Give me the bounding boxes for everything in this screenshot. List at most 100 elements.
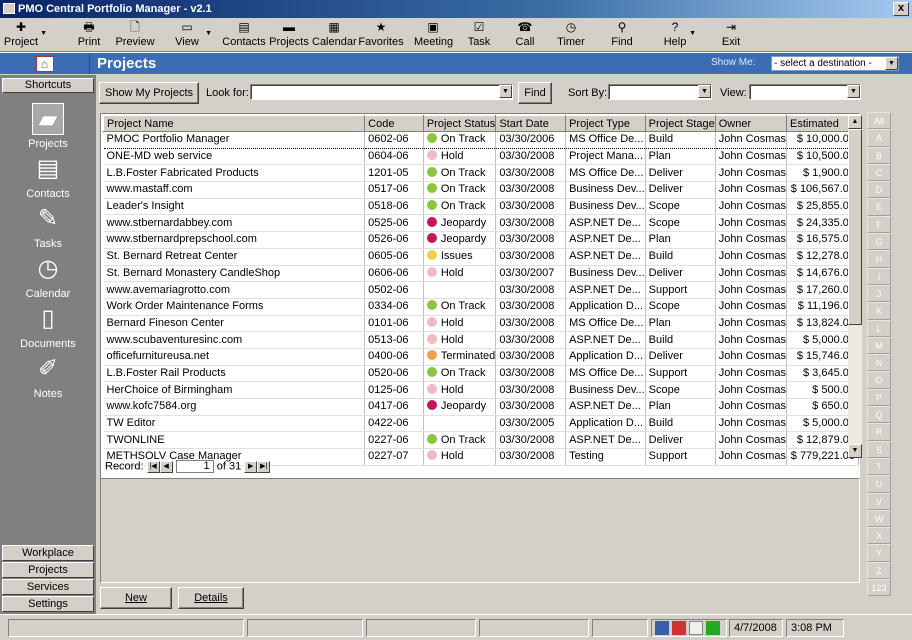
- toolbar-timer-button[interactable]: ◷ Timer: [556, 20, 586, 50]
- table-row[interactable]: L.B.Foster Fabricated Products 1201-05 On …: [103, 164, 860, 183]
- chevron-down-icon[interactable]: ▼: [205, 30, 212, 37]
- alpha-index-all[interactable]: All: [867, 112, 891, 130]
- find-button[interactable]: Find: [518, 82, 552, 104]
- alpha-index-g[interactable]: G: [867, 233, 891, 251]
- alpha-index-k[interactable]: K: [867, 302, 891, 320]
- toolbar-call-button[interactable]: ☎ Call: [512, 20, 538, 50]
- table-row[interactable]: TWONLINE 0227-06 On Track 03/30/2008 ASP.NET…: [103, 431, 860, 450]
- chevron-down-icon[interactable]: ▼: [499, 85, 512, 98]
- details-button[interactable]: Details: [178, 587, 244, 609]
- battery-icon[interactable]: [706, 621, 720, 636]
- column-header[interactable]: Project Type: [565, 115, 646, 132]
- sidebar-item-tasks[interactable]: ✎ Tasks: [0, 203, 96, 250]
- mail-icon[interactable]: [672, 621, 686, 636]
- alpha-index-p[interactable]: P: [867, 388, 891, 407]
- alpha-index-e[interactable]: E: [867, 198, 891, 216]
- alpha-index-a[interactable]: A: [867, 129, 891, 147]
- alpha-index-v[interactable]: V: [867, 492, 891, 510]
- close-button[interactable]: x: [893, 2, 909, 16]
- alpha-index-n[interactable]: N: [867, 354, 891, 372]
- chevron-down-icon[interactable]: ▼: [40, 30, 47, 37]
- toolbar-calendar-button[interactable]: ▦ Calendar: [312, 20, 357, 50]
- shortcuts-header[interactable]: Shortcuts: [2, 78, 94, 93]
- table-row[interactable]: St. Bernard Monastery CandleShop 0606-06 H…: [103, 265, 860, 283]
- alpha-index-b[interactable]: B: [867, 146, 891, 164]
- toolbar-task-button[interactable]: ☑ Task: [466, 20, 492, 50]
- table-row[interactable]: www.kofc7584.org 0417-06 Jeopardy 03/30/200…: [103, 398, 860, 416]
- table-row[interactable]: PMOC Portfolio Manager 0602-06 On Track 03/…: [103, 131, 860, 149]
- vertical-scrollbar[interactable]: ▲ ▼: [848, 115, 862, 458]
- alpha-index-c[interactable]: C: [867, 163, 891, 182]
- table-row[interactable]: www.stbernardprepschool.com 0526-06 Jeopar…: [103, 231, 860, 249]
- table-row[interactable]: St. Bernard Retreat Center 0605-06 Issues 0…: [103, 248, 860, 266]
- toolbar-projects-button[interactable]: ▬ Projects: [268, 20, 310, 50]
- sidebar-item-documents[interactable]: ▯ Documents: [0, 303, 96, 350]
- monitor-icon[interactable]: [655, 621, 669, 636]
- column-header[interactable]: Project Stage: [644, 115, 716, 132]
- toolbar-preview-button[interactable]: 🗋 Preview: [112, 20, 158, 50]
- column-header[interactable]: Owner: [714, 115, 787, 132]
- sidebar-nav-workplace[interactable]: Workplace: [2, 545, 94, 561]
- sort-by-select[interactable]: ▼: [608, 84, 712, 100]
- alpha-index-z[interactable]: Z: [867, 561, 891, 580]
- sidebar-item-contacts[interactable]: ▤ Contacts: [0, 153, 96, 200]
- alpha-index-q[interactable]: Q: [867, 406, 891, 424]
- chevron-down-icon[interactable]: ▼: [885, 57, 898, 70]
- alpha-index-y[interactable]: Y: [867, 544, 891, 562]
- toolbar-view-button[interactable]: ▭ View ▼: [170, 20, 212, 50]
- alpha-index-m[interactable]: M: [867, 336, 891, 355]
- table-row[interactable]: Bernard Fineson Center 0101-06 Hold 03/30/2…: [103, 315, 860, 333]
- table-row[interactable]: TW Editor 0422-06 03/30/2005 Application D.…: [103, 415, 860, 433]
- sidebar-nav-services[interactable]: Services: [2, 579, 94, 595]
- sidebar-item-projects[interactable]: ▰ Projects: [0, 103, 96, 150]
- alpha-index-h[interactable]: H: [867, 250, 891, 268]
- column-header[interactable]: Project Name: [102, 115, 366, 132]
- last-record-button[interactable]: ▶|: [257, 460, 271, 473]
- next-record-button[interactable]: ▶: [244, 460, 258, 473]
- alpha-index-o[interactable]: O: [867, 371, 891, 389]
- sidebar-nav-settings[interactable]: Settings: [2, 596, 94, 612]
- sidebar-nav-projects[interactable]: Projects: [2, 562, 94, 578]
- alpha-index-j[interactable]: J: [867, 284, 891, 303]
- alpha-index-123[interactable]: 123: [867, 579, 891, 597]
- alpha-index-l[interactable]: L: [867, 319, 891, 337]
- sync-icon[interactable]: [689, 621, 703, 636]
- toolbar-favorites-button[interactable]: ★ Favorites: [358, 20, 404, 50]
- chevron-down-icon[interactable]: ▼: [847, 85, 860, 98]
- home-button[interactable]: ⌂: [0, 53, 90, 74]
- table-row[interactable]: Work Order Maintenance Forms 0334-06 On Tr…: [103, 298, 860, 316]
- alpha-index-d[interactable]: D: [867, 181, 891, 199]
- toolbar-project-button[interactable]: ✚ Project ▼: [3, 20, 47, 50]
- column-header[interactable]: Project Status: [422, 115, 497, 132]
- alpha-index-f[interactable]: F: [867, 215, 891, 234]
- alpha-index-r[interactable]: R: [867, 423, 891, 441]
- toolbar-print-button[interactable]: 🖶 Print: [74, 20, 104, 50]
- scroll-down-button[interactable]: ▼: [848, 444, 862, 458]
- scroll-thumb[interactable]: [848, 129, 862, 325]
- chevron-down-icon[interactable]: ▼: [698, 85, 711, 98]
- table-row[interactable]: www.mastaff.com 0517-06 On Track 03/30/2008…: [103, 181, 860, 199]
- table-row[interactable]: www.avemariagrotto.com 0502-06 03/30/2008 A…: [103, 281, 860, 299]
- show-my-projects-button[interactable]: Show My Projects: [99, 82, 199, 104]
- sidebar-item-notes[interactable]: ✐ Notes: [0, 353, 96, 400]
- toolbar-find-button[interactable]: ⚲ Find: [608, 20, 636, 50]
- column-header[interactable]: Start Date: [495, 115, 567, 132]
- scroll-up-button[interactable]: ▲: [848, 115, 862, 129]
- destination-select[interactable]: - select a destination - ▼: [771, 56, 899, 71]
- first-record-button[interactable]: |◀: [146, 460, 160, 473]
- alpha-index-i[interactable]: I: [867, 267, 891, 285]
- table-row[interactable]: HerChoice of Birmingham 0125-06 Hold 03/30/…: [103, 381, 860, 399]
- sidebar-item-calendar[interactable]: ◷ Calendar: [0, 253, 96, 300]
- view-select[interactable]: ▼: [749, 84, 861, 100]
- table-row[interactable]: www.scubaventuresinc.com 0513-06 Hold 03/30…: [103, 331, 860, 349]
- look-for-input[interactable]: ▼: [250, 84, 513, 100]
- alpha-index-x[interactable]: X: [867, 527, 891, 545]
- table-row[interactable]: www.stbernardabbey.com 0525-06 Jeopardy 03/…: [103, 214, 860, 233]
- table-row[interactable]: officefurnitureusa.net 0400-06 Terminated 0…: [103, 348, 860, 366]
- prev-record-button[interactable]: ◀: [159, 460, 173, 473]
- new-button[interactable]: New: [100, 587, 172, 609]
- alpha-index-w[interactable]: W: [867, 509, 891, 528]
- table-row[interactable]: ONE-MD web service 0604-06 Hold 03/30/2008 P…: [103, 148, 860, 166]
- chevron-down-icon[interactable]: ▼: [689, 30, 696, 37]
- alpha-index-t[interactable]: T: [867, 457, 891, 476]
